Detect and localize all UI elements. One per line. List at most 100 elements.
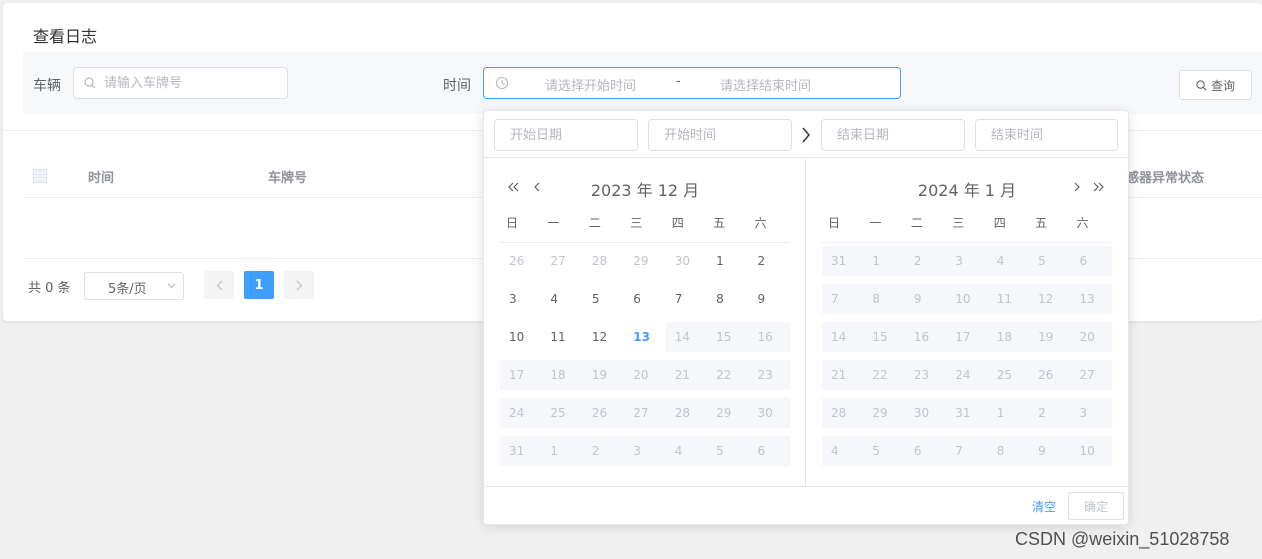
date-cell: 23: [904, 360, 947, 390]
date-cell[interactable]: 2: [749, 246, 790, 276]
date-cell[interactable]: 1: [707, 246, 748, 276]
plate-search-box[interactable]: [73, 67, 288, 99]
date-cell: 4: [665, 436, 708, 466]
weekday-label: 四: [993, 216, 1006, 230]
date-cell: 14: [665, 322, 708, 352]
weekday-label: 三: [952, 216, 965, 230]
start-time-input[interactable]: [648, 119, 792, 151]
next-page-button[interactable]: [284, 271, 314, 299]
datetime-range-input[interactable]: 请选择开始时间 - 请选择结束时间: [483, 67, 901, 99]
page-size-select[interactable]: 5条/页: [84, 272, 184, 300]
weekday-label: 日: [828, 216, 841, 230]
picker-footer-divider: [484, 486, 1128, 487]
chevron-down-icon: [167, 283, 176, 289]
right-month-title: 2024 年 1 月: [917, 181, 1017, 200]
date-cell: 1: [863, 246, 905, 276]
weekday-label: 二: [588, 216, 601, 230]
end-date-input[interactable]: [821, 119, 965, 151]
date-cell: 20: [624, 360, 666, 390]
date-cell: 15: [707, 322, 749, 352]
date-cell: 3: [624, 436, 666, 466]
date-cell: 3: [946, 246, 988, 276]
date-cell: 2: [904, 246, 947, 276]
date-cell: 8: [863, 284, 905, 314]
start-date-input[interactable]: [494, 119, 638, 151]
datetime-range-picker: 2023 年 12 月 日 一 二 三 四 五 六 26272829301234…: [483, 110, 1129, 525]
date-cell[interactable]: 27: [541, 246, 582, 276]
weekday-label: 四: [671, 216, 684, 230]
prev-page-button[interactable]: [204, 271, 234, 299]
date-cell: 27: [624, 398, 666, 428]
date-cell[interactable]: 29: [624, 246, 665, 276]
date-cell[interactable]: 5: [583, 284, 624, 314]
date-cell[interactable]: 7: [666, 284, 707, 314]
query-button-label: 查询: [1210, 78, 1235, 93]
range-start-placeholder[interactable]: 请选择开始时间: [545, 75, 636, 94]
weekday-label: 日: [506, 216, 519, 230]
right-date-grid: 31 1 2 3 4 5 6 7 8 9 10 11 12 13 14 15 16 17 18 19 20 21 22 23 2…: [822, 246, 1112, 474]
date-cell: 23: [748, 360, 790, 390]
query-button[interactable]: 查询: [1179, 70, 1252, 100]
page-number-current[interactable]: 1: [244, 271, 274, 299]
date-row: 24 25 26 27 28 29 30: [500, 398, 790, 428]
date-cell: 31: [946, 398, 988, 428]
date-row: 28 29 30 31 1 2 3: [822, 398, 1112, 428]
date-cell: 18: [541, 360, 583, 390]
weekday-header: 日 一 二 三 四 五 六: [822, 214, 1112, 243]
date-row: 10 11 12 13 14 15 16: [500, 322, 790, 352]
clear-button[interactable]: 清空: [1032, 498, 1056, 515]
chevron-right-icon[interactable]: [1070, 180, 1084, 194]
date-cell: 5: [1029, 246, 1071, 276]
date-cell: 15: [863, 322, 905, 352]
date-cell[interactable]: 4: [541, 284, 582, 314]
date-cell: 19: [1029, 322, 1071, 352]
weekday-label: 一: [869, 216, 882, 230]
date-cell: 3: [1070, 398, 1112, 428]
date-cell: 4: [822, 436, 864, 466]
date-cell[interactable]: 12: [583, 322, 624, 352]
arrow-right-icon: [802, 127, 810, 143]
date-cell[interactable]: 30: [666, 246, 707, 276]
date-cell: 5: [863, 436, 905, 466]
end-time-input[interactable]: [975, 119, 1118, 151]
date-row: 31 1 2 3 4 5 6: [822, 246, 1112, 276]
date-cell: 24: [500, 398, 542, 428]
date-cell: 25: [541, 398, 583, 428]
date-cell[interactable]: 3: [500, 284, 541, 314]
date-row: 26 27 28 29 30 1 2: [500, 246, 790, 276]
date-cell: 9: [904, 284, 947, 314]
column-header-plate: 车牌号: [268, 171, 308, 186]
clock-icon: [495, 76, 509, 90]
confirm-button[interactable]: 确定: [1068, 492, 1124, 520]
double-chevron-right-icon[interactable]: [1092, 180, 1106, 194]
left-date-grid: 26 27 28 29 30 1 2 3 4 5 6 7 8 9 10 11 12 13 14 15 16 17 18 19 2…: [500, 246, 790, 474]
select-all-checkbox[interactable]: [33, 169, 47, 183]
date-cell[interactable]: 26: [500, 246, 541, 276]
weekday-label: 五: [1035, 216, 1048, 230]
date-cell[interactable]: 28: [583, 246, 624, 276]
plate-search-input[interactable]: [104, 68, 284, 98]
date-cell: 10: [946, 284, 988, 314]
date-cell[interactable]: 13: [624, 322, 665, 352]
date-cell[interactable]: 11: [541, 322, 582, 352]
date-cell[interactable]: 6: [624, 284, 665, 314]
date-cell: 12: [1029, 284, 1071, 314]
page-size-value: 5条/页: [108, 282, 147, 297]
date-cell: 2: [1029, 398, 1071, 428]
date-cell: 30: [904, 398, 947, 428]
date-cell: 13: [1070, 284, 1112, 314]
date-row: 4 5 6 7 8 9 10: [822, 436, 1112, 466]
date-cell: 17: [500, 360, 542, 390]
date-cell: 16: [904, 322, 947, 352]
date-cell: 28: [665, 398, 708, 428]
date-cell: 19: [582, 360, 625, 390]
date-cell: 6: [904, 436, 947, 466]
date-cell[interactable]: 10: [500, 322, 541, 352]
date-cell[interactable]: 8: [707, 284, 748, 314]
date-cell: 17: [946, 322, 988, 352]
date-cell: 21: [665, 360, 708, 390]
range-end-placeholder[interactable]: 请选择结束时间: [720, 75, 811, 94]
date-cell: 1: [541, 436, 583, 466]
date-cell[interactable]: 9: [749, 284, 790, 314]
filter-bar: 车辆 时间 请选择开始时间 - 请选择结束时间 查询: [23, 52, 1262, 114]
